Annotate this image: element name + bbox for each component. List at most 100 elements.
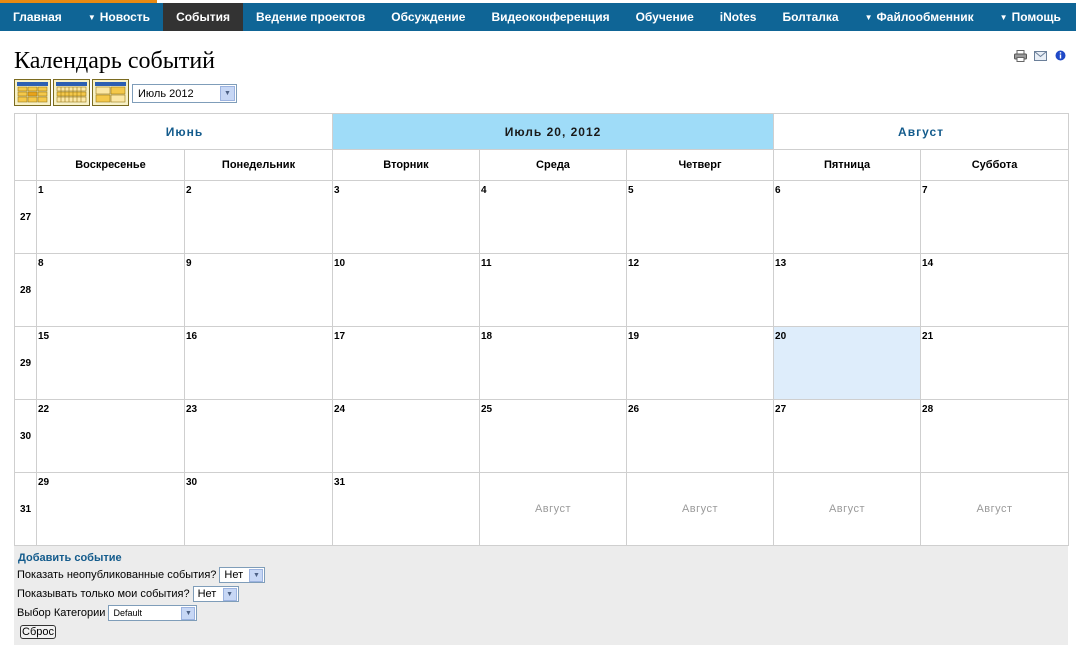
next-month-day-cell[interactable]: Август [625, 472, 775, 546]
nav-item-label: Обсуждение [391, 10, 466, 24]
day-cell[interactable]: 30 [184, 472, 333, 546]
day-number[interactable]: 3 [333, 181, 479, 196]
day-number[interactable]: 7 [921, 181, 1068, 196]
day-cell[interactable]: 9 [184, 253, 333, 327]
page-tools [1013, 49, 1067, 62]
unpublished-filter-select[interactable]: Нет ▼ [219, 567, 266, 583]
day-number[interactable]: 10 [333, 254, 479, 269]
day-number[interactable]: 26 [627, 400, 773, 415]
day-cell[interactable]: 19 [625, 326, 775, 400]
day-cell[interactable]: 1 [36, 180, 185, 254]
day-number[interactable]: 18 [480, 327, 626, 342]
day-number[interactable]: 2 [185, 181, 332, 196]
nav-item-5[interactable]: Видеоконференция [478, 3, 622, 31]
day-number[interactable]: 28 [921, 400, 1068, 415]
day-cell[interactable]: 27 [773, 399, 922, 473]
day-cell[interactable]: 14 [920, 253, 1070, 327]
day-cell[interactable]: 11 [479, 253, 627, 327]
day-number[interactable]: 22 [37, 400, 184, 415]
day-cell[interactable]: 3 [332, 180, 480, 254]
day-cell[interactable]: 23 [184, 399, 333, 473]
day-cell[interactable]: 25 [479, 399, 627, 473]
nav-item-label: Болталка [782, 10, 839, 24]
day-cell[interactable]: 15 [36, 326, 185, 400]
day-number[interactable]: 17 [333, 327, 479, 342]
info-icon[interactable] [1053, 49, 1067, 62]
day-number[interactable]: 14 [921, 254, 1068, 269]
only-mine-filter-select[interactable]: Нет ▼ [192, 586, 239, 602]
day-cell[interactable]: 21 [920, 326, 1070, 400]
nav-item-0[interactable]: Главная [0, 3, 75, 31]
day-number[interactable]: 29 [37, 473, 184, 488]
day-number[interactable]: 1 [37, 181, 184, 196]
day-number[interactable]: 13 [774, 254, 920, 269]
day-cell[interactable]: 4 [479, 180, 627, 254]
reset-button[interactable]: Сброс [20, 625, 56, 639]
day-number[interactable]: 15 [37, 327, 184, 342]
week-number[interactable]: 31 [14, 472, 37, 546]
day-number[interactable]: 4 [480, 181, 626, 196]
next-month-day-cell[interactable]: Август [479, 472, 627, 546]
day-number[interactable]: 9 [185, 254, 332, 269]
day-number[interactable]: 19 [627, 327, 773, 342]
weekday-header: Вторник [332, 149, 480, 181]
day-number[interactable]: 27 [774, 400, 920, 415]
nav-item-3[interactable]: Ведение проектов [243, 3, 378, 31]
nav-item-4[interactable]: Обсуждение [378, 3, 478, 31]
week-view-icon[interactable] [53, 79, 90, 106]
day-number[interactable]: 20 [774, 327, 920, 342]
nav-item-10[interactable]: ▼ Помощь [987, 3, 1074, 31]
next-month-day-cell[interactable]: Август [773, 472, 922, 546]
day-cell[interactable]: 24 [332, 399, 480, 473]
day-cell[interactable]: 7 [920, 180, 1070, 254]
nav-item-8[interactable]: Болталка [769, 3, 851, 31]
day-number[interactable]: 16 [185, 327, 332, 342]
nav-item-7[interactable]: iNotes [707, 3, 770, 31]
day-cell[interactable]: 26 [625, 399, 775, 473]
day-cell[interactable]: 10 [332, 253, 480, 327]
day-view-icon[interactable] [14, 79, 51, 106]
day-cell[interactable]: 22 [36, 399, 185, 473]
day-cell[interactable]: 2 [184, 180, 333, 254]
day-number[interactable]: 5 [627, 181, 773, 196]
day-number[interactable]: 30 [185, 473, 332, 488]
week-number[interactable]: 30 [14, 399, 37, 473]
day-cell[interactable]: 29 [36, 472, 185, 546]
week-number[interactable]: 27 [14, 180, 37, 254]
add-event-link[interactable]: Добавить событие [18, 552, 122, 564]
month-select[interactable]: Июль 2012 ▼ [132, 84, 237, 103]
week-number[interactable]: 29 [14, 326, 37, 400]
email-icon[interactable] [1033, 49, 1047, 62]
day-number[interactable]: 24 [333, 400, 479, 415]
day-cell[interactable]: 31 [332, 472, 480, 546]
day-number[interactable]: 11 [480, 254, 626, 269]
printer-icon[interactable] [1013, 49, 1027, 62]
today-day-cell[interactable]: 20 [773, 326, 922, 400]
day-cell[interactable]: 28 [920, 399, 1070, 473]
prev-month-link[interactable]: Июнь [36, 113, 333, 150]
day-number[interactable]: 8 [37, 254, 184, 269]
day-cell[interactable]: 6 [773, 180, 922, 254]
day-cell[interactable]: 13 [773, 253, 922, 327]
nav-item-1[interactable]: ▼ Новость [75, 3, 163, 31]
month-view-icon[interactable] [92, 79, 129, 106]
week-number[interactable]: 28 [14, 253, 37, 327]
day-cell[interactable]: 18 [479, 326, 627, 400]
day-number[interactable]: 25 [480, 400, 626, 415]
nav-item-2[interactable]: События [163, 3, 243, 31]
category-select[interactable]: Default ▼ [108, 605, 198, 621]
next-month-link[interactable]: Август [773, 113, 1070, 150]
day-cell[interactable]: 5 [625, 180, 775, 254]
day-cell[interactable]: 8 [36, 253, 185, 327]
day-cell[interactable]: 16 [184, 326, 333, 400]
next-month-day-cell[interactable]: Август [920, 472, 1070, 546]
day-cell[interactable]: 17 [332, 326, 480, 400]
day-number[interactable]: 6 [774, 181, 920, 196]
day-number[interactable]: 21 [921, 327, 1068, 342]
day-number[interactable]: 31 [333, 473, 479, 488]
day-number[interactable]: 23 [185, 400, 332, 415]
nav-item-9[interactable]: ▼ Файлообменник [852, 3, 987, 31]
day-number[interactable]: 12 [627, 254, 773, 269]
day-cell[interactable]: 12 [625, 253, 775, 327]
nav-item-6[interactable]: Обучение [623, 3, 707, 31]
